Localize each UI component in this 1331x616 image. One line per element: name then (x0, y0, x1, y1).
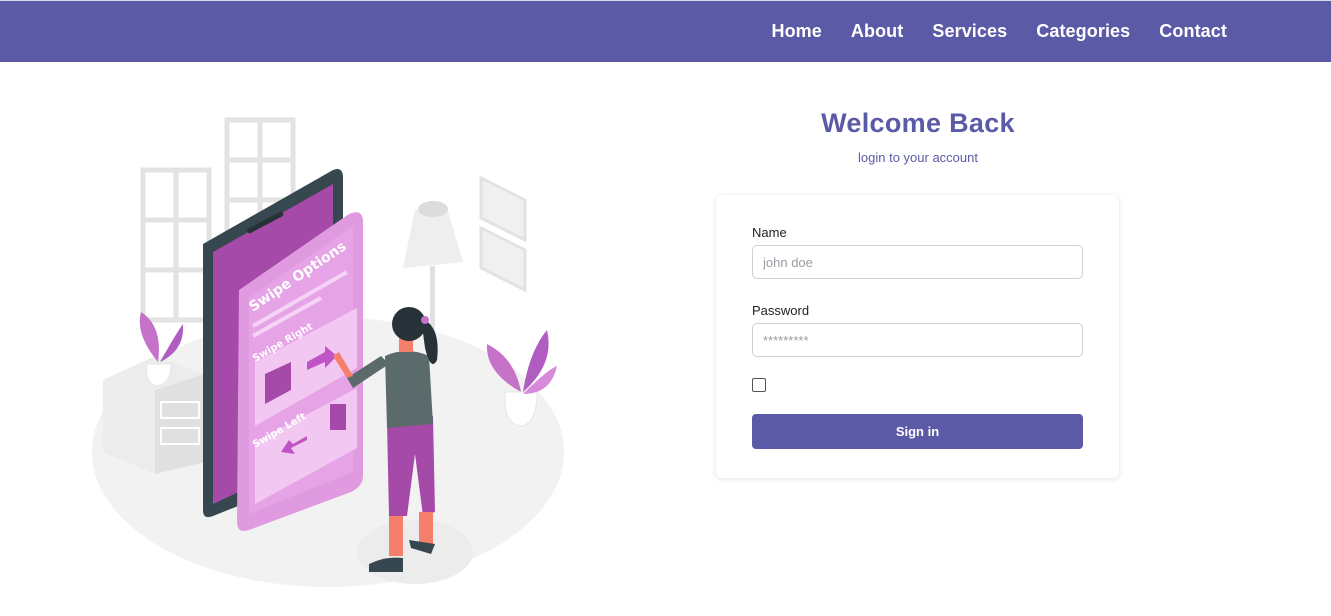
nav-link-about[interactable]: About (851, 21, 903, 42)
page-title: Welcome Back (821, 108, 1015, 138)
name-field[interactable] (752, 245, 1083, 279)
nav-links: Home About Services Categories Contact (771, 1, 1227, 61)
picture-frame-icon (479, 175, 527, 293)
name-label: Name (752, 225, 787, 240)
sign-in-button[interactable]: Sign in (752, 414, 1083, 449)
nav-link-home[interactable]: Home (771, 21, 821, 42)
nav-link-categories[interactable]: Categories (1036, 21, 1130, 42)
password-field[interactable] (752, 323, 1083, 357)
password-label: Password (752, 303, 810, 318)
nav-link-contact[interactable]: Contact (1159, 21, 1227, 42)
nav-link-services[interactable]: Services (932, 21, 1007, 42)
login-illustration: Swipe Options Swipe Right Swipe Left (92, 117, 564, 587)
navbar: Home About Services Categories Contact (0, 0, 1331, 62)
remember-checkbox[interactable] (752, 378, 766, 392)
page-subtitle: login to your account (858, 150, 978, 165)
login-form: Name Password Sign in (716, 195, 1119, 478)
